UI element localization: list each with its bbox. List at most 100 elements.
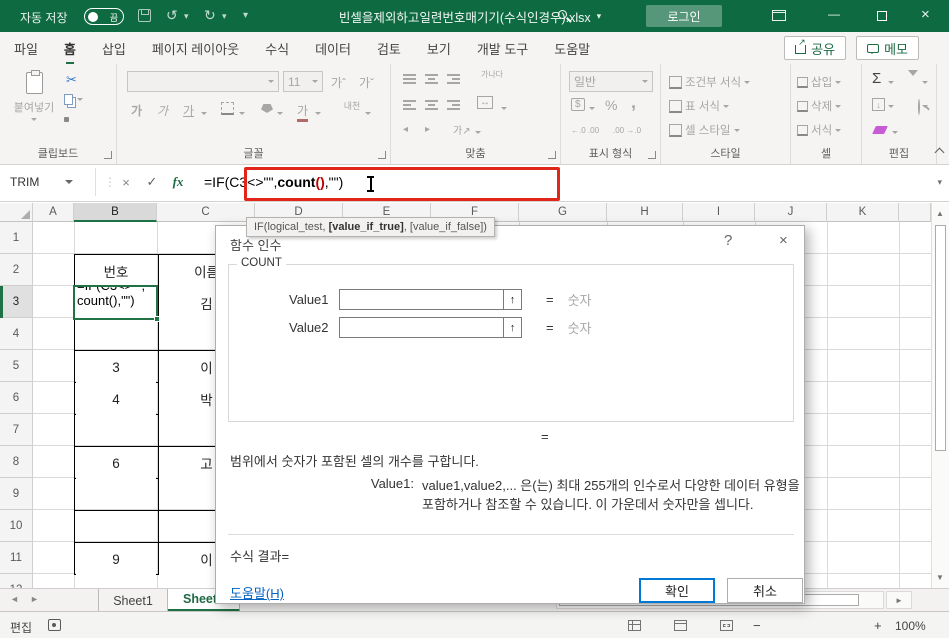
cell-b5[interactable]: 3 [76, 351, 156, 383]
fill-color-icon[interactable] [261, 104, 273, 113]
align-middle-icon[interactable] [425, 74, 438, 84]
value2-range-selector-icon[interactable]: ↑ [503, 318, 521, 337]
tab-developer[interactable]: 개발 도구 [477, 39, 528, 58]
title-dropdown-icon[interactable]: ▾ [597, 11, 602, 22]
tab-review[interactable]: 검토 [377, 39, 401, 58]
ribbon-display-options-icon[interactable] [772, 10, 786, 21]
font-size-select[interactable]: 11 [283, 71, 323, 92]
align-right-icon[interactable] [447, 100, 460, 110]
find-select-icon[interactable] [918, 99, 920, 115]
column-header-c[interactable]: C [157, 203, 255, 222]
percent-style-button[interactable]: % [605, 97, 617, 113]
row-header-4[interactable]: 4 [0, 318, 33, 350]
font-color-button[interactable]: 가 [297, 102, 309, 122]
font-name-select[interactable] [127, 71, 279, 92]
clipboard-dialog-launcher-icon[interactable] [104, 151, 112, 159]
minimize-button[interactable]: — [828, 7, 840, 21]
tab-view[interactable]: 보기 [427, 39, 451, 58]
column-header-j[interactable]: J [755, 203, 827, 222]
align-center-icon[interactable] [425, 100, 438, 110]
macro-record-icon[interactable] [48, 619, 61, 631]
scroll-right-icon[interactable]: ► [886, 591, 912, 609]
row-header-2[interactable]: 2 [0, 254, 33, 286]
zoom-level[interactable]: 100% [895, 619, 926, 633]
name-box-dropdown-icon[interactable] [65, 180, 74, 188]
font-dialog-launcher-icon[interactable] [378, 151, 386, 159]
copy-button[interactable] [64, 94, 83, 105]
undo-icon[interactable]: ↺ [166, 7, 178, 24]
expand-formula-bar-icon[interactable]: ▾ [937, 177, 942, 188]
fill-handle[interactable] [154, 316, 160, 322]
insert-function-icon[interactable]: fx [166, 168, 190, 196]
font-color-dropdown-icon[interactable] [315, 112, 321, 118]
fill-dropdown-icon[interactable] [888, 105, 894, 111]
search-icon[interactable] [558, 10, 567, 19]
scroll-up-icon[interactable]: ▲ [936, 209, 944, 218]
clear-icon[interactable] [872, 126, 888, 134]
vertical-scrollbar[interactable]: ▲ ▼ [931, 203, 949, 588]
shrink-font-button[interactable]: 가ˇ [359, 74, 374, 91]
share-button[interactable]: 공유 [784, 36, 847, 60]
column-header-g[interactable]: G [519, 203, 607, 222]
tab-data[interactable]: 데이터 [315, 39, 351, 58]
undo-dropdown-icon[interactable]: ▾ [184, 11, 189, 22]
sort-filter-dropdown-icon[interactable] [922, 81, 928, 87]
borders-dropdown-icon[interactable] [239, 112, 245, 118]
align-left-icon[interactable] [403, 100, 416, 110]
column-header-i[interactable]: I [683, 203, 755, 222]
increase-decimal-button[interactable]: ←.0 .00 [571, 126, 599, 135]
save-icon[interactable] [138, 9, 151, 22]
select-all-corner[interactable] [0, 203, 33, 222]
vertical-scroll-thumb[interactable] [935, 225, 946, 451]
quick-access-customize-icon[interactable]: ▾ [243, 10, 248, 21]
row-header-8[interactable]: 8 [0, 446, 33, 478]
increase-indent-icon[interactable]: ▸ [425, 124, 430, 135]
autosum-button[interactable]: Σ [872, 70, 881, 87]
italic-button[interactable]: 가 [157, 102, 168, 119]
column-header-partial[interactable] [899, 203, 931, 222]
row-header-6[interactable]: 6 [0, 382, 33, 414]
orientation-icon[interactable]: 가↗ [453, 122, 471, 137]
tab-page-layout[interactable]: 페이지 레이아웃 [152, 39, 239, 58]
redo-icon[interactable]: ↻ [204, 7, 216, 24]
page-break-view-icon[interactable] [720, 620, 733, 631]
sort-filter-icon[interactable] [908, 70, 918, 95]
merge-dropdown-icon[interactable] [501, 107, 507, 113]
decrease-indent-icon[interactable]: ◂ [403, 124, 408, 135]
fill-color-dropdown-icon[interactable] [277, 112, 283, 118]
row-header-9[interactable]: 9 [0, 478, 33, 510]
value1-range-selector-icon[interactable]: ↑ [503, 290, 521, 309]
column-header-h[interactable]: H [607, 203, 683, 222]
format-cells-button[interactable]: 서식 [797, 122, 842, 138]
maximize-button[interactable] [877, 11, 887, 21]
paste-button[interactable]: 붙여넣기 [12, 70, 56, 124]
active-cell-b3[interactable]: =IF(C3<>"",count(),"") [73, 285, 160, 322]
cancel-button[interactable]: 취소 [727, 578, 803, 603]
phonetic-dropdown-icon[interactable] [365, 112, 371, 118]
cell-styles-button[interactable]: 셀 스타일 [669, 122, 740, 138]
dialog-close-icon[interactable]: × [779, 232, 788, 249]
delete-cells-button[interactable]: 삭제 [797, 98, 842, 114]
autosum-dropdown-icon[interactable] [888, 81, 894, 87]
wrap-text-icon[interactable]: 가나다 [479, 70, 505, 79]
value2-input[interactable]: ↑ [339, 317, 522, 338]
tab-help[interactable]: 도움말 [554, 39, 590, 58]
number-format-select[interactable]: 일반 [569, 71, 653, 92]
ok-button[interactable]: 확인 [639, 578, 715, 603]
format-as-table-button[interactable]: 표 서식 [669, 98, 729, 114]
fill-down-icon[interactable]: ↓ [872, 98, 885, 111]
row-header-3[interactable]: 3 [0, 286, 33, 318]
cell-b8[interactable]: 6 [76, 447, 156, 479]
value1-input[interactable]: ↑ [339, 289, 522, 310]
row-header-7[interactable]: 7 [0, 414, 33, 446]
underline-dropdown-icon[interactable] [201, 112, 207, 118]
underline-button[interactable]: 가 [183, 102, 194, 119]
conditional-formatting-button[interactable]: 조건부 서식 [669, 74, 751, 90]
align-bottom-icon[interactable] [447, 74, 460, 84]
column-header-b[interactable]: B [74, 203, 157, 222]
phonetic-button[interactable]: 내천 [341, 102, 363, 111]
sheet-nav-next-icon[interactable]: ► [30, 594, 39, 604]
row-header-12[interactable]: 12 [0, 574, 33, 588]
row-header-5[interactable]: 5 [0, 350, 33, 382]
name-box[interactable]: TRIM [0, 168, 96, 196]
